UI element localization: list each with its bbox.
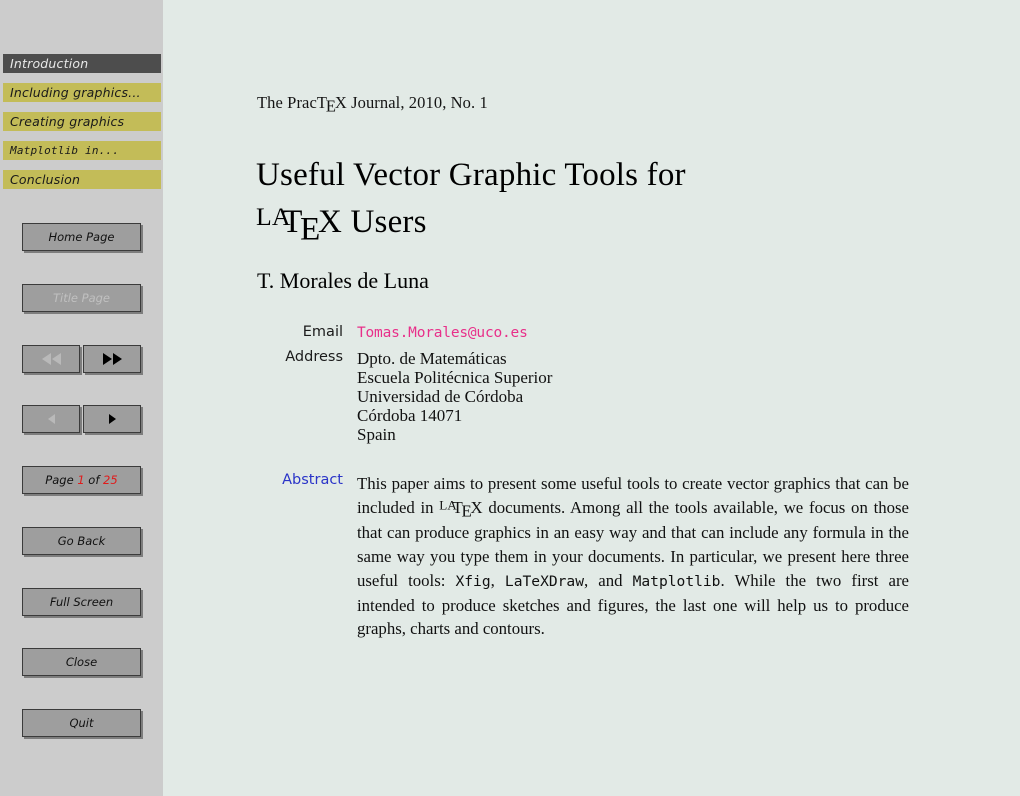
latex-e: E	[461, 501, 472, 521]
journal-suffix: Journal, 2010, No. 1	[346, 93, 488, 112]
address-line: Spain	[357, 425, 396, 444]
close-button[interactable]: Close	[22, 648, 141, 676]
email-label: Email	[302, 324, 343, 340]
tex-e: E	[325, 96, 337, 116]
sidebar: Introduction Including graphics... Creat…	[0, 0, 163, 796]
document-page: The PracTEX Journal, 2010, No. 1 Useful …	[163, 0, 1020, 796]
page-of-label: of	[88, 473, 100, 487]
previous-page-button[interactable]	[22, 405, 80, 433]
title-line-2-suffix: Users	[342, 204, 427, 240]
abstract-text: This paper aims to present some useful t…	[357, 472, 909, 641]
latex-la: LA	[256, 202, 291, 232]
next-page-button[interactable]	[83, 405, 141, 433]
address-line: Universidad de Córdoba	[357, 387, 524, 406]
home-page-button[interactable]: Home Page	[22, 223, 141, 251]
latex-x: X	[318, 204, 343, 240]
last-page-button[interactable]	[83, 345, 141, 373]
sidebar-item-conclusion[interactable]: Conclusion	[3, 170, 161, 189]
latex-logo: LATEX	[256, 202, 343, 247]
address-line: Córdoba 14071	[357, 406, 463, 425]
first-page-button[interactable]	[22, 345, 80, 373]
email-value[interactable]: Tomas.Morales@uco.es	[357, 324, 528, 343]
tex-x: X	[334, 93, 347, 112]
email-row: Email Tomas.Morales@uco.es	[260, 324, 528, 343]
tool-name-latexdraw: LaTeXDraw	[504, 572, 584, 590]
journal-citation: The PracTEX Journal, 2010, No. 1	[257, 93, 488, 116]
go-back-button[interactable]: Go Back	[22, 527, 141, 555]
current-page-number: 1	[77, 473, 85, 487]
address-value: Dpto. de Matemáticas Escuela Politécnica…	[357, 349, 552, 444]
address-line: Dpto. de Matemáticas	[357, 349, 507, 368]
latex-logo: LATEX	[439, 497, 483, 520]
full-screen-button[interactable]: Full Screen	[22, 588, 141, 616]
double-right-arrow-icon	[102, 353, 122, 365]
address-label: Address	[285, 349, 343, 365]
sidebar-item-including-graphics[interactable]: Including graphics...	[3, 83, 161, 102]
latex-x: X	[470, 497, 483, 517]
abstract-sep-1: ,	[490, 570, 505, 590]
latex-la: LA	[439, 497, 457, 513]
sidebar-item-introduction[interactable]: Introduction	[3, 54, 161, 73]
sidebar-item-matplotlib-in[interactable]: Matplotlib in...	[3, 141, 161, 160]
title-page-button[interactable]: Title Page	[22, 284, 141, 312]
tool-name-xfig: Xfig	[455, 572, 491, 590]
tex-logo: TEX	[317, 93, 347, 116]
sidebar-item-creating-graphics[interactable]: Creating graphics	[3, 112, 161, 131]
total-page-number: 25	[103, 473, 118, 487]
quit-button[interactable]: Quit	[22, 709, 141, 737]
page-prefix-label: Page	[45, 473, 74, 487]
author-name: T. Morales de Luna	[257, 268, 429, 293]
page-title: Useful Vector Graphic Tools for LATEX Us…	[256, 152, 816, 247]
double-left-arrow-icon	[41, 353, 61, 365]
address-line: Escuela Politécnica Superior	[357, 368, 553, 387]
abstract-sep-2: , and	[584, 570, 633, 590]
tool-name-matplotlib: Matplotlib	[632, 572, 721, 590]
title-line-1: Useful Vector Graphic Tools for	[256, 157, 686, 193]
right-arrow-icon	[108, 414, 116, 424]
left-arrow-icon	[47, 414, 55, 424]
address-row: Address Dpto. de Matemáticas Escuela Pol…	[260, 349, 552, 444]
latex-e: E	[300, 211, 321, 248]
page-indicator-button[interactable]: Page 1 of 25	[22, 466, 141, 494]
abstract-row: Abstract This paper aims to present some…	[260, 472, 909, 641]
journal-prefix: The Prac	[257, 93, 317, 112]
abstract-label: Abstract	[282, 472, 343, 488]
